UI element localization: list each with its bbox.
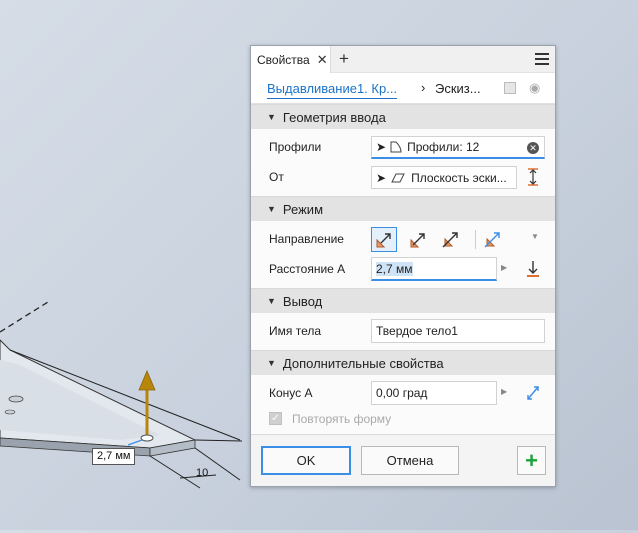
- edge-dimension: 10: [196, 467, 209, 479]
- from-selector[interactable]: ➤ Плоскость эски...: [371, 166, 517, 189]
- clear-icon[interactable]: ✕: [527, 142, 539, 154]
- direction-asymmetric-button[interactable]: [479, 227, 505, 252]
- breadcrumb: Выдавливание1. Кр... › Эскиз... ◉: [251, 73, 555, 104]
- section-title: Геометрия ввода: [282, 109, 386, 125]
- distance-label: Расстояние A: [269, 262, 346, 276]
- offset-icon[interactable]: [525, 168, 541, 186]
- section-input-geometry[interactable]: ▼ Геометрия ввода: [251, 104, 555, 129]
- section-title: Дополнительные свойства: [282, 355, 444, 371]
- distance-value: 2,7 мм: [376, 262, 413, 276]
- reference-dashed-line: [0, 301, 49, 333]
- direction-default-icon: [376, 232, 391, 247]
- collapse-triangle-icon: ▼: [267, 296, 276, 306]
- properties-panel: Свойства ✕ + Выдавливание1. Кр... › Эски…: [250, 45, 556, 487]
- select-cursor-icon: ➤: [376, 170, 387, 185]
- profile-icon: [390, 141, 402, 153]
- repeat-shape-checkbox[interactable]: ✓: [269, 412, 282, 425]
- body-name-input[interactable]: Твердое тело1: [371, 319, 545, 343]
- profiles-label: Профили: [269, 140, 322, 154]
- section-title: Режим: [282, 201, 324, 217]
- extrude-arrow-head: [138, 369, 156, 391]
- direction-default-button[interactable]: [371, 227, 397, 252]
- plus-icon[interactable]: +: [339, 49, 349, 69]
- tab-properties[interactable]: Свойства ✕: [251, 46, 331, 73]
- profiles-value: Профили: 12: [407, 140, 480, 154]
- panel-tabbar: Свойства ✕ +: [251, 46, 555, 73]
- section-mode[interactable]: ▼ Режим: [251, 196, 555, 221]
- taper-label: Конус A: [269, 386, 313, 400]
- cancel-button[interactable]: Отмена: [361, 446, 459, 475]
- collapse-triangle-icon: ▼: [267, 112, 276, 122]
- repeat-shape-label: Повторять форму: [292, 412, 392, 426]
- profiles-selector[interactable]: ➤ Профили: 12 ✕: [371, 136, 545, 159]
- ok-button[interactable]: OK: [261, 446, 351, 475]
- tab-label: Свойства: [257, 52, 310, 67]
- select-cursor-icon: ➤: [376, 140, 387, 154]
- panel-footer: OK Отмена +: [251, 434, 555, 486]
- direction-flipped-icon: [410, 232, 425, 247]
- close-icon[interactable]: ✕: [317, 52, 328, 68]
- section-title: Вывод: [282, 293, 323, 309]
- hole: [8, 395, 24, 403]
- apply-plus-button[interactable]: +: [517, 446, 546, 475]
- taper-input[interactable]: 0,00 град: [371, 381, 497, 405]
- thickness-dimension[interactable]: 2,7 мм: [92, 448, 136, 465]
- breadcrumb-link-extrusion[interactable]: Выдавливание1. Кр...: [267, 81, 398, 99]
- body-name-value: Твердое тело1: [376, 324, 458, 338]
- section-advanced-properties[interactable]: ▼ Дополнительные свойства: [251, 350, 555, 375]
- hamburger-menu-icon[interactable]: [535, 53, 549, 68]
- breadcrumb-current: Эскиз...: [435, 81, 481, 96]
- chevron-down-icon[interactable]: ▼: [531, 232, 539, 241]
- direction-asymmetric-icon: [484, 231, 500, 247]
- separator: [475, 230, 476, 249]
- direction-symmetric-icon: [442, 231, 458, 247]
- manipulator-handle: [140, 434, 154, 442]
- copy-icon[interactable]: [504, 82, 516, 94]
- breadcrumb-separator: ›: [421, 80, 426, 95]
- spin-arrow-icon[interactable]: ▶: [501, 263, 507, 272]
- direction-label: Направление: [269, 232, 344, 246]
- collapse-triangle-icon: ▼: [267, 204, 276, 214]
- spin-arrow-icon[interactable]: ▶: [501, 387, 507, 396]
- direction-flipped-button[interactable]: [405, 227, 431, 252]
- eye-icon[interactable]: ◉: [529, 80, 540, 96]
- distance-input[interactable]: 2,7 мм: [371, 257, 497, 281]
- collapse-triangle-icon: ▼: [267, 358, 276, 368]
- taper-value: 0,00 град: [376, 386, 428, 400]
- distance-to-icon[interactable]: [525, 260, 541, 278]
- direction-symmetric-button[interactable]: [437, 227, 463, 252]
- body-name-label: Имя тела: [269, 324, 322, 338]
- section-output[interactable]: ▼ Вывод: [251, 288, 555, 313]
- flip-taper-icon[interactable]: [525, 384, 541, 402]
- from-label: От: [269, 170, 284, 184]
- plane-icon: [391, 173, 405, 182]
- from-value: Плоскость эски...: [411, 170, 507, 185]
